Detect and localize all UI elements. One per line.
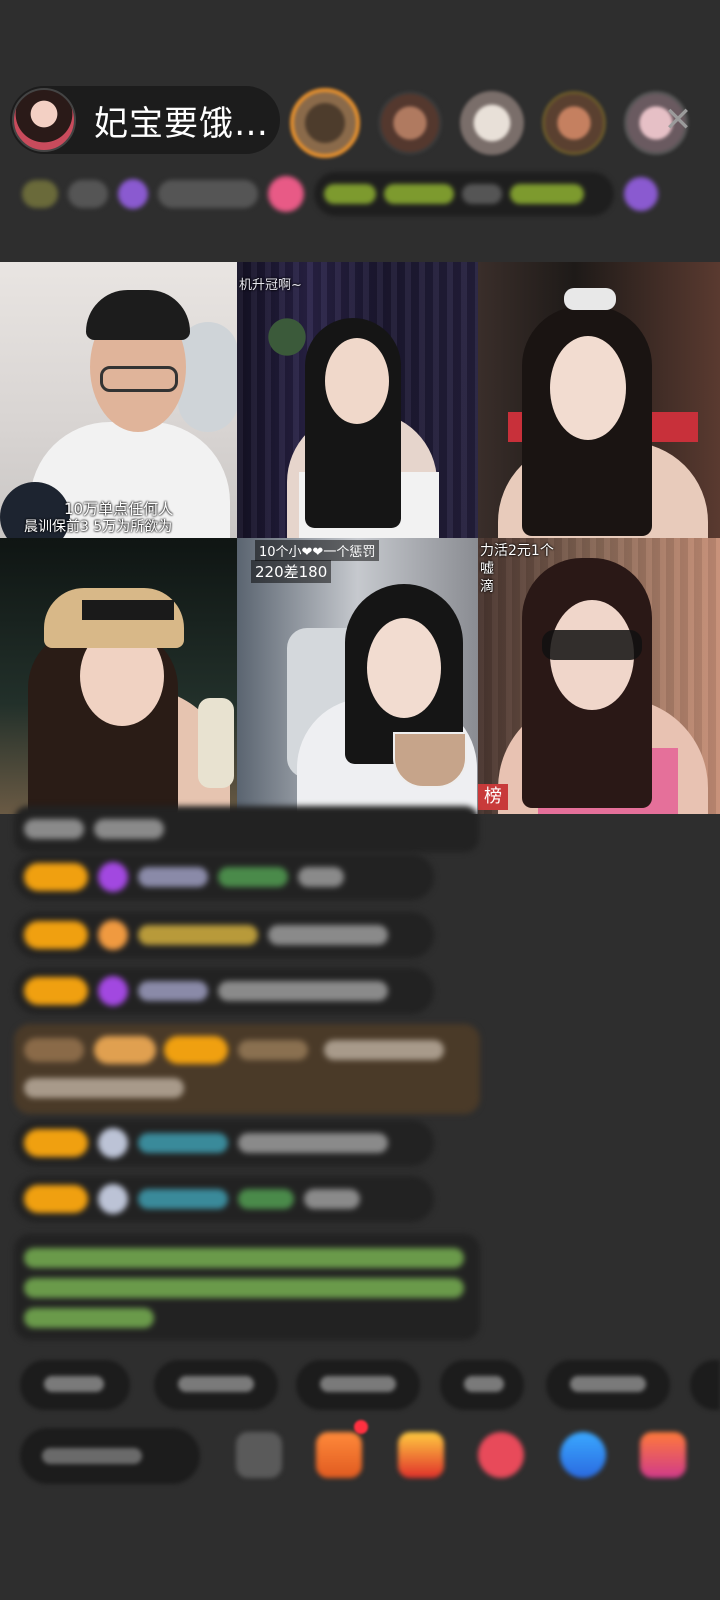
announcement-message — [14, 1234, 480, 1340]
food-bowl — [393, 732, 467, 788]
viewer-avatar[interactable] — [290, 88, 360, 158]
redacted-text — [510, 184, 584, 204]
fan-club-icon[interactable] — [478, 1432, 524, 1478]
guest-video-3[interactable] — [478, 262, 720, 538]
username[interactable] — [138, 1189, 228, 1209]
chat-message[interactable] — [14, 854, 434, 900]
more-features-icon[interactable] — [640, 1432, 686, 1478]
fan-badge-icon — [98, 1128, 128, 1158]
highlight-message[interactable] — [14, 1024, 480, 1114]
gift-icon[interactable] — [268, 176, 304, 212]
fan-badge-icon — [98, 862, 128, 892]
sunglasses — [542, 630, 642, 660]
mic-object — [198, 698, 234, 788]
quick-reply-chip[interactable] — [20, 1360, 130, 1410]
overlay-text: 力活2元1个 — [480, 543, 554, 559]
overlay-text: 机升冠啊~ — [239, 278, 302, 293]
username[interactable] — [238, 1189, 294, 1209]
rank-badge-icon — [22, 180, 58, 208]
quick-reply-chip[interactable] — [440, 1360, 524, 1410]
message-text — [298, 867, 344, 887]
message-text — [218, 981, 388, 1001]
notification-dot — [354, 1420, 368, 1434]
fan-badge-icon — [98, 920, 128, 950]
quick-reply-chips — [20, 1360, 720, 1410]
chat-message[interactable] — [14, 912, 434, 958]
username[interactable] — [218, 867, 288, 887]
redacted-text — [324, 184, 376, 204]
overlay-text: 滴 — [480, 579, 494, 595]
hair-clip — [564, 288, 616, 310]
redacted-text — [158, 180, 258, 208]
close-icon[interactable]: ✕ — [660, 102, 696, 138]
overlay-text: 10个小❤❤一个惩罚 — [255, 540, 380, 561]
host-name: 妃宝要饿… — [94, 103, 269, 144]
guest-video-5[interactable]: 10个小❤❤一个惩罚 220差180 — [237, 538, 478, 814]
hat-band — [82, 600, 174, 620]
chat-message[interactable] — [14, 968, 434, 1014]
fan-badge-icon — [98, 1184, 128, 1214]
activity-icon — [118, 179, 148, 209]
viewer-avatar[interactable] — [542, 91, 606, 155]
guest-video-4[interactable] — [0, 538, 237, 814]
overlay-text: 嘘 — [480, 561, 494, 577]
level-badge — [24, 1185, 88, 1213]
guest-video-6[interactable]: 力活2元1个 嘘 滴 榜 — [478, 538, 720, 814]
gift-box-icon[interactable] — [398, 1432, 444, 1478]
level-badge — [24, 1129, 88, 1157]
fan-object — [178, 322, 237, 432]
activity-banner[interactable] — [314, 172, 614, 216]
glasses — [100, 366, 178, 392]
chat-message[interactable] — [14, 1176, 434, 1222]
message-text — [304, 1189, 360, 1209]
rank-badge[interactable]: 榜 — [478, 784, 508, 810]
quick-reply-chip[interactable] — [296, 1360, 420, 1410]
chat-input[interactable] — [20, 1428, 200, 1484]
message-text — [268, 925, 388, 945]
host-avatar[interactable] — [12, 88, 76, 152]
guest-face — [550, 336, 626, 440]
guest-hair — [86, 290, 190, 340]
top-viewers-list[interactable] — [290, 88, 688, 158]
quick-reply-chip[interactable] — [154, 1360, 278, 1410]
username[interactable] — [138, 981, 208, 1001]
level-badge — [24, 977, 88, 1005]
level-badge — [24, 863, 88, 891]
username[interactable] — [138, 1133, 228, 1153]
redacted-text — [68, 180, 108, 208]
viewer-avatar[interactable] — [460, 91, 524, 155]
chat-message[interactable] — [14, 1120, 434, 1166]
guest-face — [367, 618, 441, 718]
emoji-icon[interactable] — [236, 1432, 282, 1478]
username[interactable] — [138, 867, 208, 887]
multi-guest-video-grid: 10万单点任何人 晨训保前3 5万为所欲为 机升冠啊~ 10个小❤❤一个惩罚 2… — [0, 262, 720, 814]
username[interactable] — [138, 925, 258, 945]
redacted-text — [462, 184, 502, 204]
quick-reply-chip[interactable] — [546, 1360, 670, 1410]
guest-video-2[interactable]: 机升冠啊~ — [237, 262, 478, 538]
viewer-avatar[interactable] — [378, 91, 442, 155]
message-text — [238, 1133, 388, 1153]
score-text: 220差180 — [251, 560, 332, 583]
system-message — [14, 806, 479, 852]
redacted-text — [384, 184, 454, 204]
overlay-text: 晨训保前3 5万为所欲为 — [24, 519, 173, 535]
host-info-pill[interactable]: 妃宝要饿… — [10, 86, 280, 154]
guest-video-1[interactable]: 10万单点任何人 晨训保前3 5万为所欲为 — [0, 262, 237, 538]
quick-reply-chip[interactable] — [690, 1360, 720, 1410]
fan-badge-icon — [98, 976, 128, 1006]
level-badge — [24, 921, 88, 949]
share-icon[interactable] — [560, 1432, 606, 1478]
redacted-text — [24, 819, 84, 839]
redacted-text — [94, 819, 164, 839]
guest-face — [325, 338, 389, 424]
shopping-bag-icon[interactable] — [316, 1432, 362, 1478]
more-icon[interactable] — [624, 177, 658, 211]
host-badge-row — [22, 170, 692, 218]
